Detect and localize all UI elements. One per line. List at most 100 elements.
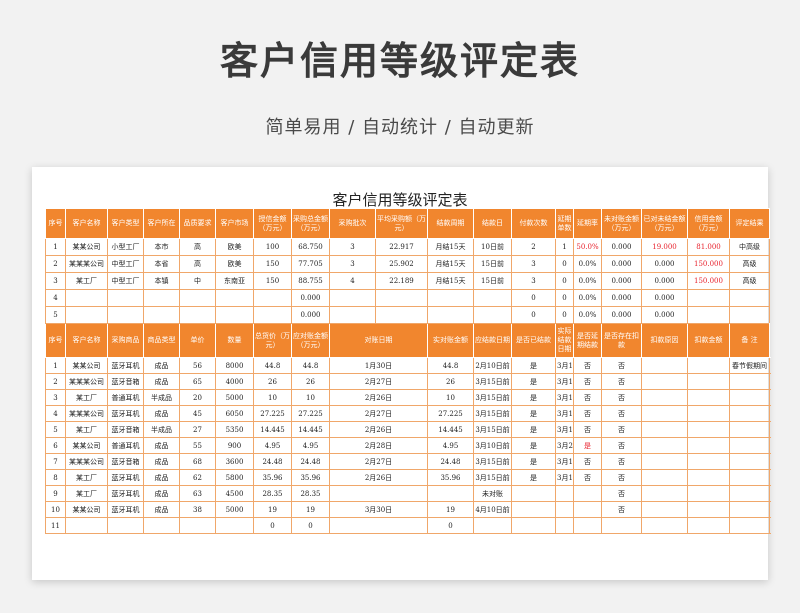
table2-cell-due[interactable]: 19 [291,501,330,518]
table2-cell-due[interactable]: 28.35 [291,485,330,502]
table2-cell-price[interactable]: 62 [179,469,216,486]
table2-cell-total[interactable]: 14.445 [253,421,292,438]
table2-cell-actual_date[interactable]: 3月12日 [555,373,574,390]
table2-cell-qty[interactable]: 3600 [215,453,254,470]
table1-cell-credit[interactable]: 150 [253,255,292,273]
table1-cell-batches[interactable]: 4 [329,272,376,290]
table2-cell-actual_date[interactable]: 3月12日 [555,469,574,486]
table1-cell-credit[interactable] [253,289,292,307]
table2-cell-note[interactable] [729,389,770,406]
table2-cell-actual_date[interactable]: 3月20日 [555,437,574,454]
table1-cell-cycle[interactable]: 月结15天 [427,272,474,290]
table1-cell-delay[interactable]: 1 [555,238,574,256]
table1-cell-avg[interactable] [375,289,428,307]
table1-cell-total[interactable]: 68.750 [291,238,330,256]
table1-cell-batches[interactable]: 3 [329,255,376,273]
table1-cell-unrec[interactable]: 0.000 [601,306,642,324]
table2-cell-no[interactable]: 1 [45,357,66,374]
table1-cell-credit_amt[interactable]: 150.000 [687,272,730,290]
table2-cell-late[interactable] [573,485,602,502]
table2-cell-amount[interactable] [687,469,730,486]
table1-cell-pays[interactable]: 2 [511,238,556,256]
table2-cell-settled[interactable] [511,485,556,502]
table1-cell-type[interactable] [107,289,144,307]
table2-cell-reason[interactable] [641,389,688,406]
table1-cell-quality[interactable]: 高 [179,255,216,273]
table1-cell-avg[interactable] [375,306,428,324]
table2-cell-item[interactable]: 蓝牙音箱 [107,453,144,470]
table1-cell-rate[interactable]: 0.0% [573,289,602,307]
table2-cell-late[interactable] [573,501,602,518]
table2-cell-deduct[interactable]: 否 [601,405,642,422]
table2-cell-reason[interactable] [641,485,688,502]
table2-cell-settle[interactable]: 4月10日前 [473,501,512,518]
table2-cell-item[interactable]: 蓝牙音箱 [107,421,144,438]
table2-cell-actual[interactable]: 14.445 [427,421,474,438]
table2-cell-settled[interactable]: 是 [511,421,556,438]
table2-cell-due[interactable]: 26 [291,373,330,390]
table1-cell-name[interactable] [65,289,108,307]
table2-cell-price[interactable]: 27 [179,421,216,438]
table2-cell-qty[interactable]: 5000 [215,389,254,406]
table2-cell-price[interactable]: 65 [179,373,216,390]
table2-cell-qty[interactable]: 5350 [215,421,254,438]
table2-cell-settle[interactable]: 3月15日前 [473,389,512,406]
table2-cell-settled[interactable]: 是 [511,469,556,486]
table2-cell-name[interactable]: 某工厂 [65,485,108,502]
table2-cell-no[interactable]: 11 [45,517,66,534]
table2-cell-no[interactable]: 9 [45,485,66,502]
table2-cell-ptype[interactable] [143,517,180,534]
table2-cell-ptype[interactable]: 半成品 [143,389,180,406]
table2-cell-reason[interactable] [641,517,688,534]
table1-cell-delay[interactable]: 0 [555,289,574,307]
table1-cell-unsettled[interactable]: 0.000 [641,306,688,324]
table2-cell-no[interactable]: 10 [45,501,66,518]
table2-cell-late[interactable]: 否 [573,469,602,486]
table2-cell-actual_date[interactable]: 3月12日 [555,389,574,406]
table2-cell-actual[interactable] [427,485,474,502]
table1-cell-type[interactable]: 中型工厂 [107,272,144,290]
table2-cell-reason[interactable] [641,469,688,486]
table2-cell-item[interactable]: 蓝牙耳机 [107,405,144,422]
table1-cell-credit[interactable]: 150 [253,272,292,290]
table2-cell-reason[interactable] [641,405,688,422]
table2-cell-note[interactable] [729,469,770,486]
table2-cell-amount[interactable] [687,517,730,534]
table1-cell-loc[interactable] [143,289,180,307]
table1-cell-name[interactable] [65,306,108,324]
table2-cell-settle[interactable]: 3月15日前 [473,469,512,486]
table2-cell-note[interactable] [729,485,770,502]
table2-cell-price[interactable]: 63 [179,485,216,502]
table2-cell-actual[interactable]: 44.8 [427,357,474,374]
table1-cell-quality[interactable]: 高 [179,238,216,256]
table2-cell-settled[interactable]: 是 [511,373,556,390]
table2-cell-name[interactable]: 某某公司 [65,501,108,518]
table2-cell-ptype[interactable]: 成品 [143,405,180,422]
table1-cell-delay[interactable]: 0 [555,255,574,273]
table1-cell-quality[interactable] [179,306,216,324]
table2-cell-amount[interactable] [687,421,730,438]
table2-cell-qty[interactable] [215,517,254,534]
table1-cell-no[interactable]: 2 [45,255,66,273]
table2-cell-note[interactable] [729,453,770,470]
table2-cell-settled[interactable]: 是 [511,389,556,406]
table2-cell-due[interactable]: 0 [291,517,330,534]
table1-cell-loc[interactable]: 本市 [143,238,180,256]
table1-cell-type[interactable] [107,306,144,324]
table2-cell-settle[interactable]: 3月15日前 [473,405,512,422]
table2-cell-settle[interactable]: 未对账 [473,485,512,502]
table1-cell-cycle[interactable] [427,289,474,307]
table2-cell-ptype[interactable]: 成品 [143,469,180,486]
table2-cell-actual[interactable]: 19 [427,501,474,518]
table2-cell-name[interactable]: 某工厂 [65,469,108,486]
table2-cell-amount[interactable] [687,485,730,502]
table2-cell-item[interactable]: 蓝牙耳机 [107,485,144,502]
table2-cell-amount[interactable] [687,373,730,390]
table2-cell-actual[interactable]: 24.48 [427,453,474,470]
table2-cell-date[interactable]: 2月27日 [329,453,428,470]
table2-cell-actual_date[interactable]: 3月12日 [555,421,574,438]
table2-cell-ptype[interactable]: 半成品 [143,421,180,438]
table1-cell-pays[interactable]: 3 [511,272,556,290]
table2-cell-date[interactable] [329,485,428,502]
table2-cell-settle[interactable]: 3月15日前 [473,421,512,438]
